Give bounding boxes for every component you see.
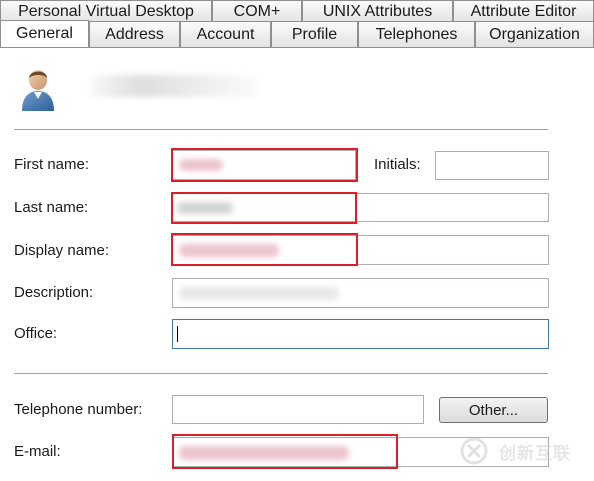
tab-organization[interactable]: Organization <box>475 21 594 48</box>
redacted-email <box>179 446 349 460</box>
telephone-number-label: Telephone number: <box>14 401 143 418</box>
watermark-text: 创新互联 <box>499 443 571 463</box>
tab-telephones[interactable]: Telephones <box>358 21 475 48</box>
description-label: Description: <box>14 284 94 301</box>
initials-field[interactable] <box>435 151 549 180</box>
email-label: E-mail: <box>14 443 61 460</box>
office-field[interactable] <box>172 319 549 349</box>
tab-account[interactable]: Account <box>180 21 271 48</box>
redacted-account-name <box>92 75 257 97</box>
tab-general[interactable]: General <box>0 20 89 48</box>
tab-unix-attributes[interactable]: UNIX Attributes <box>302 0 453 22</box>
tab-personal-virtual-desktop[interactable]: Personal Virtual Desktop <box>0 0 212 22</box>
office-label: Office: <box>14 325 58 342</box>
user-icon <box>22 70 54 111</box>
tab-com-plus[interactable]: COM+ <box>212 0 302 22</box>
text-caret <box>177 326 178 342</box>
redacted-description <box>179 287 339 300</box>
first-name-field[interactable] <box>172 150 356 180</box>
other-telephone-button[interactable]: Other... <box>439 397 548 423</box>
tab-address[interactable]: Address <box>89 21 180 48</box>
telephone-number-field[interactable] <box>172 395 424 424</box>
watermark: 创新互联 <box>459 436 571 466</box>
display-name-label: Display name: <box>14 242 110 259</box>
description-field[interactable] <box>172 278 549 308</box>
tab-row-back: Personal Virtual Desktop COM+ UNIX Attri… <box>0 0 594 22</box>
separator-top <box>14 129 548 130</box>
chuangxin-logo-icon <box>460 437 488 465</box>
last-name-field[interactable] <box>172 193 549 222</box>
first-name-label: First name: <box>14 156 90 173</box>
tab-attribute-editor[interactable]: Attribute Editor <box>453 0 594 22</box>
tab-profile[interactable]: Profile <box>271 21 358 48</box>
last-name-label: Last name: <box>14 199 89 216</box>
redacted-last-name <box>177 202 233 214</box>
redacted-first-name <box>179 159 223 171</box>
tab-panel-border <box>0 47 594 48</box>
initials-label: Initials: <box>374 156 421 173</box>
redacted-display-name <box>179 244 279 257</box>
display-name-field[interactable] <box>172 235 549 265</box>
separator-bottom <box>14 373 548 374</box>
tab-row-front: General Address Account Profile Telephon… <box>0 20 594 48</box>
